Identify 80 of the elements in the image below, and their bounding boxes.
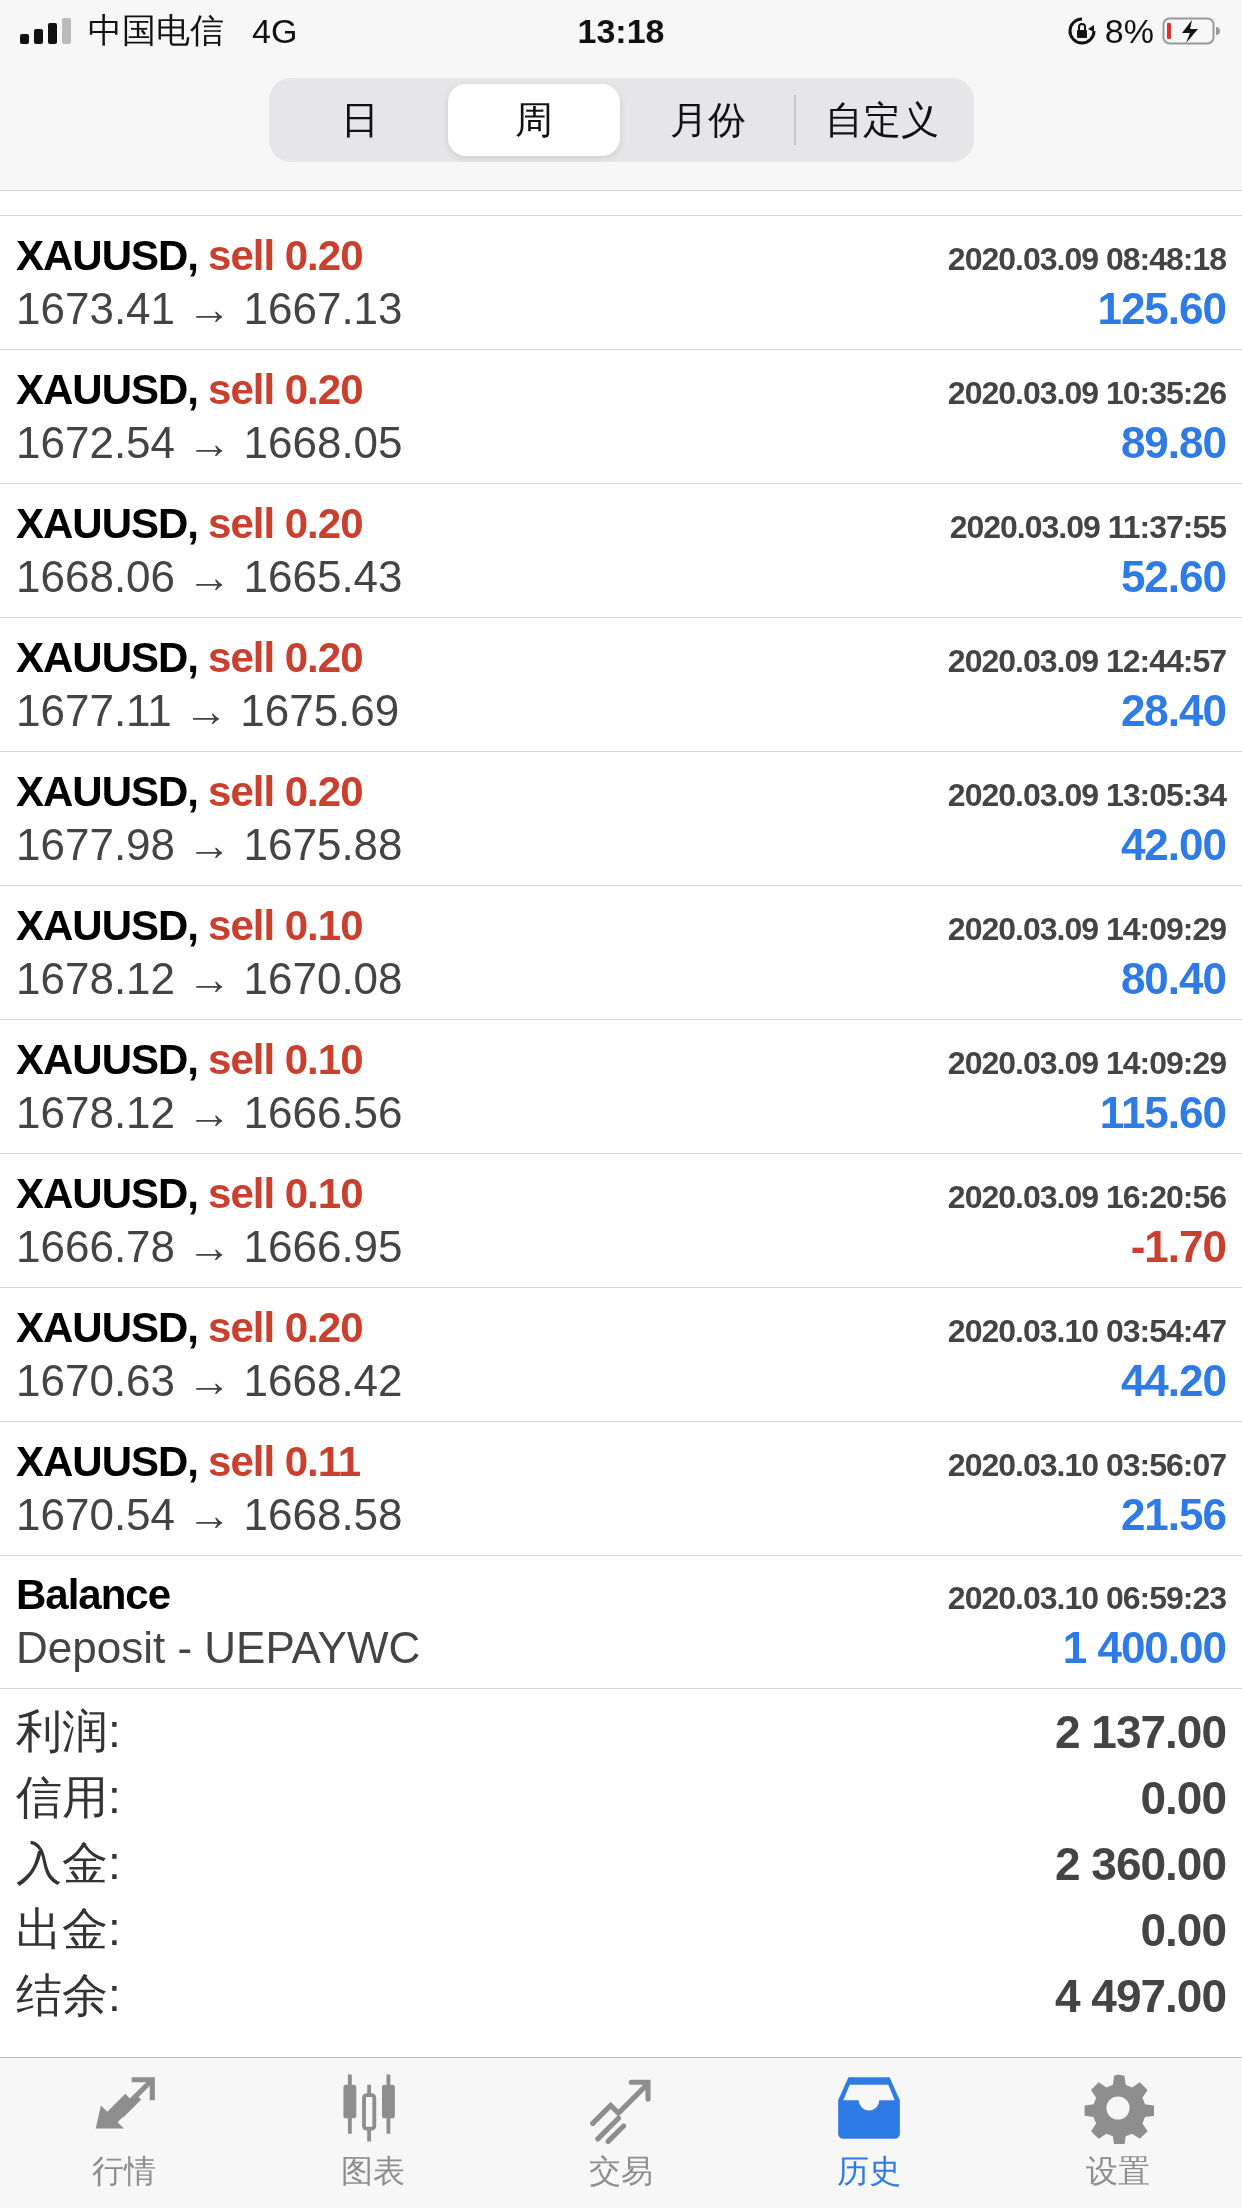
deal-time: 2020.03.09 14:09:29 <box>947 1044 1226 1082</box>
period-tab[interactable]: 日 <box>274 84 447 156</box>
symbol-text: XAUUSD, <box>16 1437 199 1486</box>
order-type: sell 0.11 <box>208 1437 361 1486</box>
deal-time: 2020.03.09 12:44:57 <box>947 642 1226 680</box>
symbol-text: XAUUSD, <box>16 901 199 950</box>
battery-percent: 8% <box>1104 11 1154 51</box>
summary-value: 2 137.00 <box>1054 1705 1226 1759</box>
profit-value: 21.56 <box>1120 1489 1226 1540</box>
period-tab[interactable]: 月份 <box>622 84 794 156</box>
price-change: 1672.54 → 1668.05 <box>16 417 403 468</box>
symbol-text: XAUUSD, <box>16 1169 199 1218</box>
profit-value: 28.40 <box>1120 685 1226 736</box>
deal-time: 2020.03.09 10:35:26 <box>947 374 1226 412</box>
summary-value: 0.00 <box>1140 1903 1226 1957</box>
price-change: 1678.12 → 1666.56 <box>16 1087 403 1138</box>
deal-time: 2020.03.10 03:54:47 <box>947 1312 1226 1350</box>
summary-label: 信用: <box>16 1770 121 1825</box>
order-type: sell 0.20 <box>208 231 363 280</box>
symbol-text: XAUUSD, <box>16 1303 199 1352</box>
summary-label: 利润: <box>16 1704 121 1759</box>
deal-time: 2020.03.09 08:48:18 <box>947 240 1226 278</box>
price-change: 1670.63 → 1668.42 <box>16 1355 403 1406</box>
price-change: 1673.41 → 1667.13 <box>16 283 403 334</box>
order-type: sell 0.20 <box>208 633 363 682</box>
signal-icon <box>20 18 74 44</box>
symbol-text: XAUUSD, <box>16 499 199 548</box>
deal-time: 2020.03.09 16:20:56 <box>947 1178 1226 1216</box>
profit-value: 44.20 <box>1120 1355 1226 1406</box>
price-change: 1670.54 → 1668.58 <box>16 1489 403 1540</box>
balance-label: Balance <box>16 1571 171 1619</box>
symbol-text: XAUUSD, <box>16 633 199 682</box>
deal-time: 2020.03.10 06:59:23 <box>947 1580 1226 1617</box>
symbol-text: XAUUSD, <box>16 767 199 816</box>
profit-value: 80.40 <box>1120 953 1226 1004</box>
summary-label: 出金: <box>16 1902 121 1957</box>
deal-time: 2020.03.10 03:56:07 <box>947 1446 1226 1484</box>
order-type: sell 0.20 <box>208 499 363 548</box>
tab-bar-item[interactable]: 历史 <box>745 2058 994 2208</box>
tab-bar-item[interactable]: 图表 <box>248 2058 497 2208</box>
price-change: 1668.06 → 1665.43 <box>16 551 403 602</box>
symbol-text: XAUUSD, <box>16 1035 199 1084</box>
price-change: 1677.98 → 1675.88 <box>16 819 403 870</box>
price-change: 1677.11 → 1675.69 <box>16 685 400 736</box>
order-type: sell 0.20 <box>208 365 363 414</box>
order-type: sell 0.20 <box>208 767 363 816</box>
price-change: 1678.12 → 1670.08 <box>16 953 403 1004</box>
summary-value: 4 497.00 <box>1054 1969 1226 2023</box>
price-change: 1666.78 → 1666.95 <box>16 1221 403 1272</box>
period-tab[interactable]: 周 <box>448 84 620 156</box>
order-type: sell 0.10 <box>208 1035 363 1084</box>
tab-bar-item[interactable]: 设置 <box>993 2058 1242 2208</box>
battery-charging-icon <box>1162 16 1222 46</box>
symbol-text: XAUUSD, <box>16 231 199 280</box>
profit-value: 1 400.00 <box>1062 1623 1226 1673</box>
profit-value: 52.60 <box>1120 551 1226 602</box>
summary-value: 2 360.00 <box>1054 1837 1226 1891</box>
tab-bar-item[interactable]: 行情 <box>0 2058 249 2208</box>
profit-value: 125.60 <box>1097 283 1226 334</box>
network-type: 4G <box>252 11 298 51</box>
summary-label: 入金: <box>16 1836 121 1891</box>
profit-value: 115.60 <box>1099 1087 1226 1138</box>
order-type: sell 0.10 <box>208 901 363 950</box>
profit-value: 89.80 <box>1120 417 1226 468</box>
profit-value: 42.00 <box>1120 819 1226 870</box>
carrier-name: 中国电信 <box>88 10 224 51</box>
tab-bar-item[interactable]: 交易 <box>496 2058 746 2208</box>
order-type: sell 0.10 <box>208 1169 363 1218</box>
clock-time: 13:18 <box>577 11 665 50</box>
summary-value: 0.00 <box>1140 1771 1226 1825</box>
deal-time: 2020.03.09 13:05:34 <box>947 776 1226 814</box>
profit-value: -1.70 <box>1130 1221 1226 1272</box>
rotation-lock-icon <box>1066 16 1097 46</box>
deposit-comment: Deposit - UEPAYWC <box>16 1623 421 1673</box>
order-type: sell 0.20 <box>208 1303 363 1352</box>
symbol-text: XAUUSD, <box>16 365 199 414</box>
period-tab[interactable]: 自定义 <box>795 84 968 156</box>
deal-time: 2020.03.09 14:09:29 <box>947 910 1226 948</box>
deal-time: 2020.03.09 11:37:55 <box>949 508 1226 546</box>
summary-label: 结余: <box>16 1968 121 2023</box>
